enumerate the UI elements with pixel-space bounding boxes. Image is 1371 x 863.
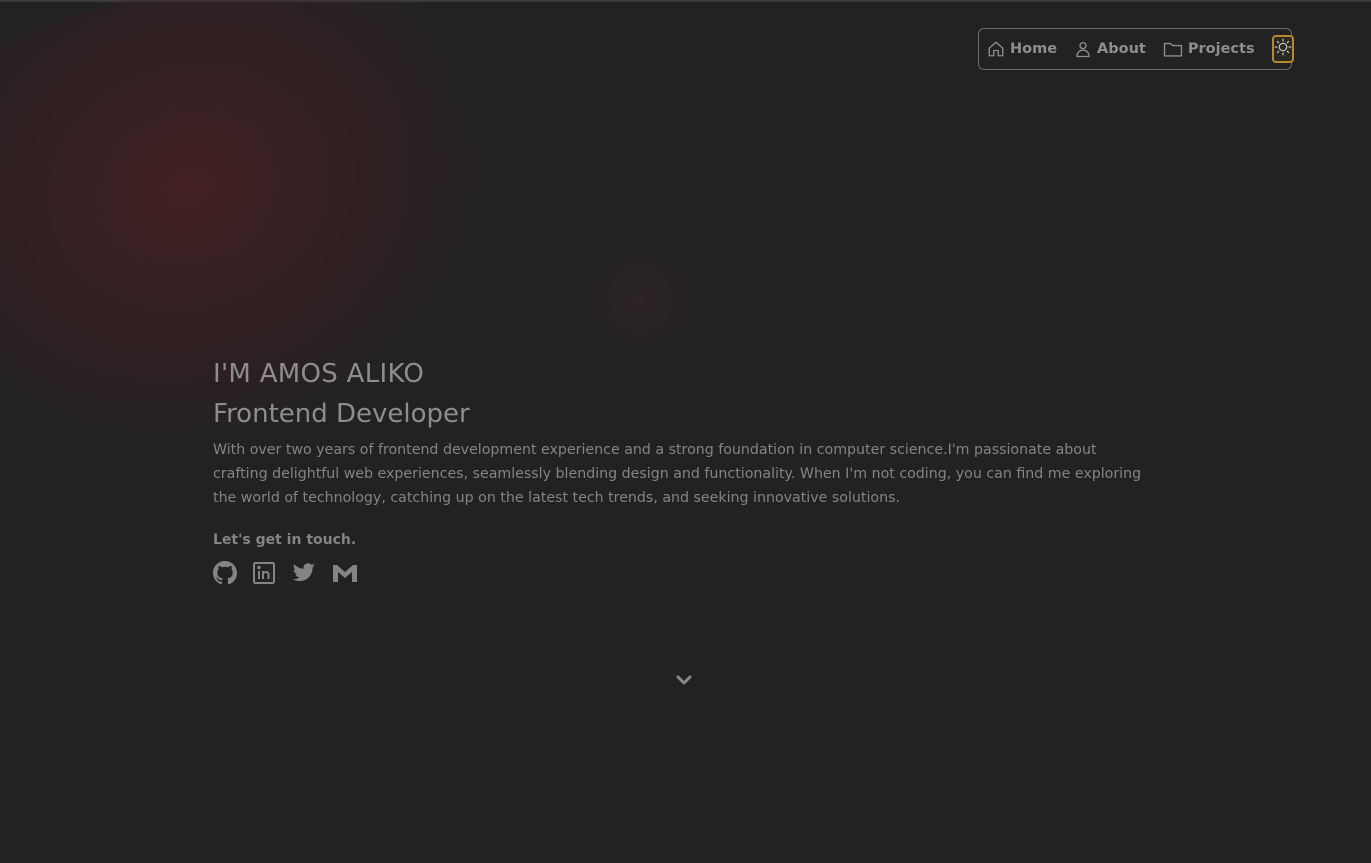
hero-bio: With over two years of frontend developm…: [213, 442, 1142, 506]
nav-item-projects[interactable]: Projects: [1163, 40, 1255, 58]
folder-icon: [1163, 40, 1183, 58]
nav-item-label: About: [1097, 41, 1146, 57]
hero-role: Frontend Developer: [213, 399, 470, 429]
nav-item-label: Home: [1010, 41, 1058, 57]
main-nav: Home About Projects: [978, 28, 1294, 70]
hero-name: I'M AMOS ALIKO: [213, 359, 425, 389]
user-icon: [1074, 40, 1092, 58]
nav-item-home[interactable]: Home: [987, 40, 1057, 58]
theme-toggle-button[interactable]: [1271, 35, 1294, 63]
github-icon[interactable]: [213, 561, 237, 585]
sun-icon: [1274, 38, 1292, 60]
linkedin-icon[interactable]: [252, 561, 276, 585]
contact-heading: Let's get in touch.: [213, 532, 357, 548]
chevron-down-icon: [673, 675, 695, 694]
nav-item-about[interactable]: About: [1074, 40, 1146, 58]
scroll-down-button[interactable]: [673, 670, 695, 690]
hero-section: I'M AMOS ALIKO Frontend Developer With o…: [213, 356, 1143, 585]
gmail-icon[interactable]: [332, 561, 358, 585]
top-border: [0, 0, 1371, 2]
background-glow: [580, 240, 700, 360]
social-links: [213, 561, 1143, 585]
twitter-icon[interactable]: [291, 561, 317, 585]
nav-item-label: Projects: [1187, 41, 1255, 57]
home-icon: [987, 40, 1005, 58]
